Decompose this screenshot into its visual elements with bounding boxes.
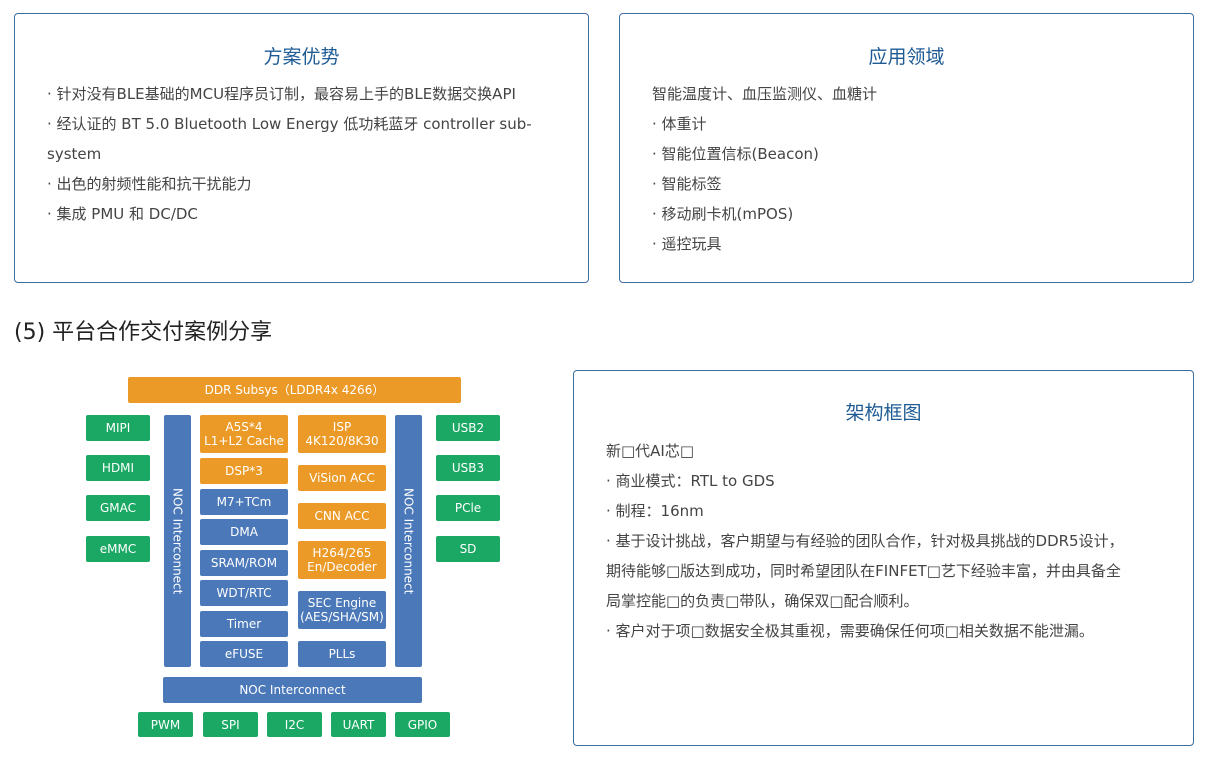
noc-interconnect-bottom: NOC Interconnect (163, 677, 422, 703)
ddr-subsys-block: DDR Subsys（LDDR4x 4266） (128, 377, 461, 403)
block-wdt-rtc: WDT/RTC (200, 580, 288, 606)
advantages-line: system (47, 145, 102, 163)
block-dma: DMA (200, 519, 288, 545)
io-block-uart: UART (331, 712, 386, 737)
advantages-line: · 集成 PMU 和 DC/DC (47, 205, 198, 223)
io-block-emmc: eMMC (86, 536, 150, 562)
applications-line: · 智能位置信标(Beacon) (652, 145, 819, 163)
block-h264-codec: H264/265 En/Decoder (298, 541, 386, 579)
architecture-line: 局掌控能□的负责□带队，确保双□配合顺利。 (606, 592, 919, 610)
noc-interconnect-right: NOC Interconnect (395, 415, 422, 667)
architecture-list: 新□代AI芯□ · 商业模式：RTL to GDS · 制程：16nm · 基于… (606, 436, 1176, 646)
applications-line: 智能温度计、血压监测仪、血糖计 (652, 85, 878, 103)
block-cnn-acc: CNN ACC (298, 503, 386, 529)
io-block-i2c: I2C (267, 712, 322, 737)
noc-left-label: NOC Interconnect (170, 487, 185, 595)
architecture-title: 架构框图 (845, 402, 922, 424)
advantages-line: · 经认证的 BT 5.0 Bluetooth Low Energy 低功耗蓝牙… (47, 115, 532, 133)
io-block-spi: SPI (203, 712, 258, 737)
advantages-card: 方案优势 · 针对没有BLE基础的MCU程序员订制，最容易上手的BLE数据交换A… (14, 13, 589, 283)
applications-line: · 智能标签 (652, 175, 722, 193)
advantages-line: · 出色的射频性能和抗干扰能力 (47, 175, 252, 193)
block-sec-engine: SEC Engine (AES/SHA/SM) (298, 591, 386, 629)
architecture-card: 架构框图 新□代AI芯□ · 商业模式：RTL to GDS · 制程：16nm… (573, 370, 1194, 746)
block-a5s: A5S*4 L1+L2 Cache (200, 415, 288, 453)
io-block-sd: SD (436, 536, 500, 562)
io-block-usb3: USB3 (436, 455, 500, 481)
block-dsp: DSP*3 (200, 458, 288, 484)
architecture-line: 期待能够□版达到成功，同时希望团队在FINFET□艺下经验丰富，并由具备全 (606, 562, 1121, 580)
noc-interconnect-left: NOC Interconnect (164, 415, 191, 667)
block-isp: ISP 4K120/8K30 (298, 415, 386, 453)
io-block-hdmi: HDMI (86, 455, 150, 481)
io-block-pcie: PCle (436, 495, 500, 521)
applications-line: · 体重计 (652, 115, 707, 133)
block-sram-rom: SRAM/ROM (200, 550, 288, 576)
block-timer: Timer (200, 611, 288, 637)
io-block-usb2: USB2 (436, 415, 500, 441)
section-heading: (5) 平台合作交付案例分享 (14, 320, 273, 345)
io-block-mipi: MIPI (86, 415, 150, 441)
applications-list: 智能温度计、血压监测仪、血糖计 · 体重计 · 智能位置信标(Beacon) ·… (652, 79, 1172, 259)
block-plls: PLLs (298, 641, 386, 667)
block-m7-tcm: M7+TCm (200, 489, 288, 515)
io-block-gpio: GPIO (395, 712, 450, 737)
architecture-line: · 基于设计挑战，客户期望与有经验的团队合作，针对极具挑战的DDR5设计， (606, 532, 1124, 550)
advantages-title: 方案优势 (263, 46, 340, 68)
block-efuse: eFUSE (200, 641, 288, 667)
architecture-line: · 商业模式：RTL to GDS (606, 472, 775, 490)
io-block-gmac: GMAC (86, 495, 150, 521)
noc-right-label: NOC Interconnect (401, 487, 416, 595)
applications-line: · 遥控玩具 (652, 235, 722, 253)
advantages-list: · 针对没有BLE基础的MCU程序员订制，最容易上手的BLE数据交换API · … (47, 79, 567, 229)
architecture-line: · 制程：16nm (606, 502, 704, 520)
applications-line: · 移动刷卡机(mPOS) (652, 205, 794, 223)
architecture-line: · 客户对于项□数据安全极其重视，需要确保任何项□相关数据不能泄漏。 (606, 622, 1094, 640)
architecture-line: 新□代AI芯□ (606, 442, 695, 460)
block-vision-acc: ViSion ACC (298, 465, 386, 491)
applications-title: 应用领域 (868, 46, 945, 68)
advantages-line: · 针对没有BLE基础的MCU程序员订制，最容易上手的BLE数据交换API (47, 85, 516, 103)
io-block-pwm: PWM (138, 712, 193, 737)
applications-card: 应用领域 智能温度计、血压监测仪、血糖计 · 体重计 · 智能位置信标(Beac… (619, 13, 1194, 283)
